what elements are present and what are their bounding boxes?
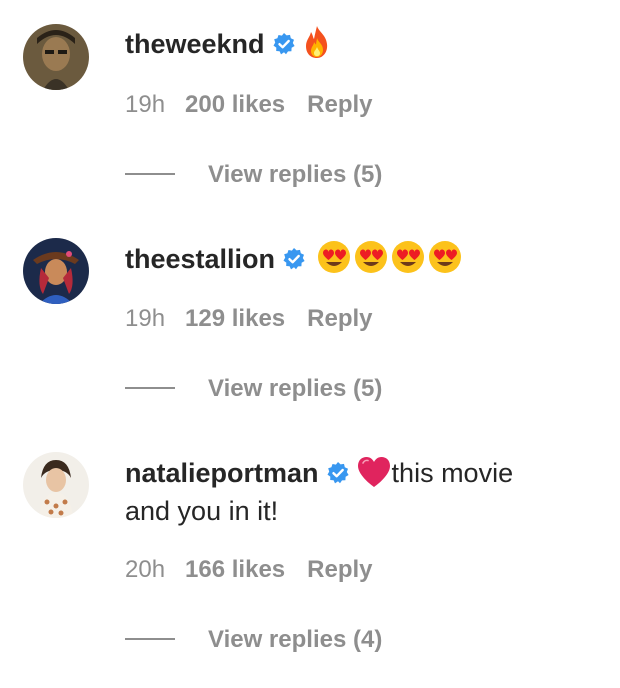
likes-count[interactable]: 129 likes [185, 305, 285, 332]
comment-text: theweeknd [125, 25, 600, 69]
comment-meta: 19h 200 likes Reply [125, 90, 395, 120]
view-replies-label: View replies (5) [208, 375, 383, 402]
comment-meta: 19h 129 likes Reply [125, 304, 395, 334]
verified-badge-icon [326, 457, 350, 495]
heart-eyes-icon [391, 240, 425, 284]
view-replies-label: View replies (4) [208, 626, 383, 653]
red-heart-icon [356, 456, 392, 498]
comment-timestamp: 19h [125, 305, 166, 332]
view-replies-label: View replies (5) [208, 161, 383, 188]
comment-timestamp: 20h [125, 556, 166, 583]
avatar[interactable] [23, 452, 89, 518]
replies-divider-line [125, 386, 175, 389]
avatar-image [23, 24, 89, 90]
replies-divider-line [125, 172, 175, 175]
reply-button[interactable]: Reply [307, 556, 372, 583]
avatar[interactable] [23, 238, 89, 304]
heart-eyes-icon [428, 240, 462, 284]
comment-timestamp: 19h [125, 91, 166, 118]
avatar-image [23, 238, 89, 304]
comment-body-continuation: and you in it! [125, 496, 279, 526]
reply-button[interactable]: Reply [307, 305, 372, 332]
likes-count[interactable]: 200 likes [185, 91, 285, 118]
comment-meta: 20h 166 likes Reply [125, 555, 395, 585]
replies-divider-line [125, 637, 175, 640]
likes-count[interactable]: 166 likes [185, 556, 285, 583]
comment-text: theestallion [125, 240, 600, 284]
avatar-image [23, 452, 89, 518]
heart-eyes-icon [317, 240, 351, 284]
view-replies-button[interactable]: View replies (5) [125, 374, 382, 404]
heart-eyes-icon [354, 240, 388, 284]
reply-button[interactable]: Reply [307, 91, 372, 118]
username[interactable]: theweeknd [125, 29, 265, 59]
view-replies-button[interactable]: View replies (4) [125, 625, 382, 655]
username[interactable]: theestallion [125, 244, 275, 274]
verified-badge-icon [272, 28, 296, 66]
view-replies-button[interactable]: View replies (5) [125, 160, 382, 190]
avatar[interactable] [23, 24, 89, 90]
fire-icon [302, 25, 332, 69]
comment-body: this movie [391, 458, 514, 488]
verified-badge-icon [282, 243, 306, 281]
username[interactable]: natalieportman [125, 458, 319, 488]
